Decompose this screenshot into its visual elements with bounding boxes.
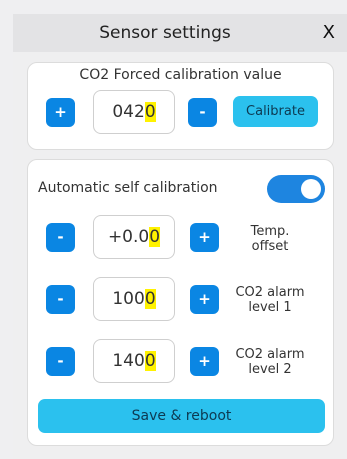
alarm1-label-line1: CO2 alarm (235, 285, 305, 300)
toggle-knob (301, 179, 321, 199)
alarm2-increment-button[interactable]: + (190, 347, 219, 376)
save-reboot-button[interactable]: Save & reboot (38, 399, 325, 433)
alarm2-value-text: 140 (112, 351, 145, 371)
asc-label: Automatic self calibration (38, 180, 218, 196)
alarm1-decrement-button[interactable]: - (46, 285, 75, 314)
alarm2-label-line1: CO2 alarm (235, 347, 305, 362)
temp-offset-increment-button[interactable]: + (190, 223, 219, 252)
temp-offset-value-cursor: 0 (149, 227, 161, 247)
temp-offset-label: Temp. offset (228, 224, 312, 254)
forced-calibration-label: CO2 Forced calibration value (79, 67, 282, 83)
alarm2-label: CO2 alarm level 2 (228, 347, 312, 377)
alarm1-label: CO2 alarm level 1 (228, 285, 312, 315)
title-bar: Sensor settings X (13, 14, 347, 52)
window-title: Sensor settings (99, 23, 231, 43)
calibration-value-field[interactable]: 0420 (93, 90, 175, 134)
alarm2-field[interactable]: 1400 (93, 339, 175, 383)
calibration-decrement-button[interactable]: - (188, 98, 217, 127)
close-button[interactable]: X (323, 14, 335, 52)
calibration-value-text: 042 (112, 102, 145, 122)
temp-offset-decrement-button[interactable]: - (46, 223, 75, 252)
alarm1-value-text: 100 (112, 289, 145, 309)
calibration-increment-button[interactable]: + (46, 98, 75, 127)
asc-toggle[interactable] (267, 175, 325, 203)
alarm2-value-cursor: 0 (144, 351, 156, 371)
alarm2-decrement-button[interactable]: - (46, 347, 75, 376)
calibration-value-cursor: 0 (144, 102, 156, 122)
alarm1-value-cursor: 0 (144, 289, 156, 309)
alarm1-field[interactable]: 1000 (93, 277, 175, 321)
temp-offset-value-text: +0.0 (107, 227, 150, 247)
alarm2-label-line2: level 2 (248, 362, 292, 377)
alarm1-label-line2: level 1 (248, 300, 292, 315)
alarm1-increment-button[interactable]: + (190, 285, 219, 314)
temp-offset-label-line2: offset (251, 239, 289, 254)
calibrate-button[interactable]: Calibrate (233, 96, 318, 127)
temp-offset-field[interactable]: +0.00 (93, 215, 175, 259)
temp-offset-label-line1: Temp. (250, 224, 290, 239)
